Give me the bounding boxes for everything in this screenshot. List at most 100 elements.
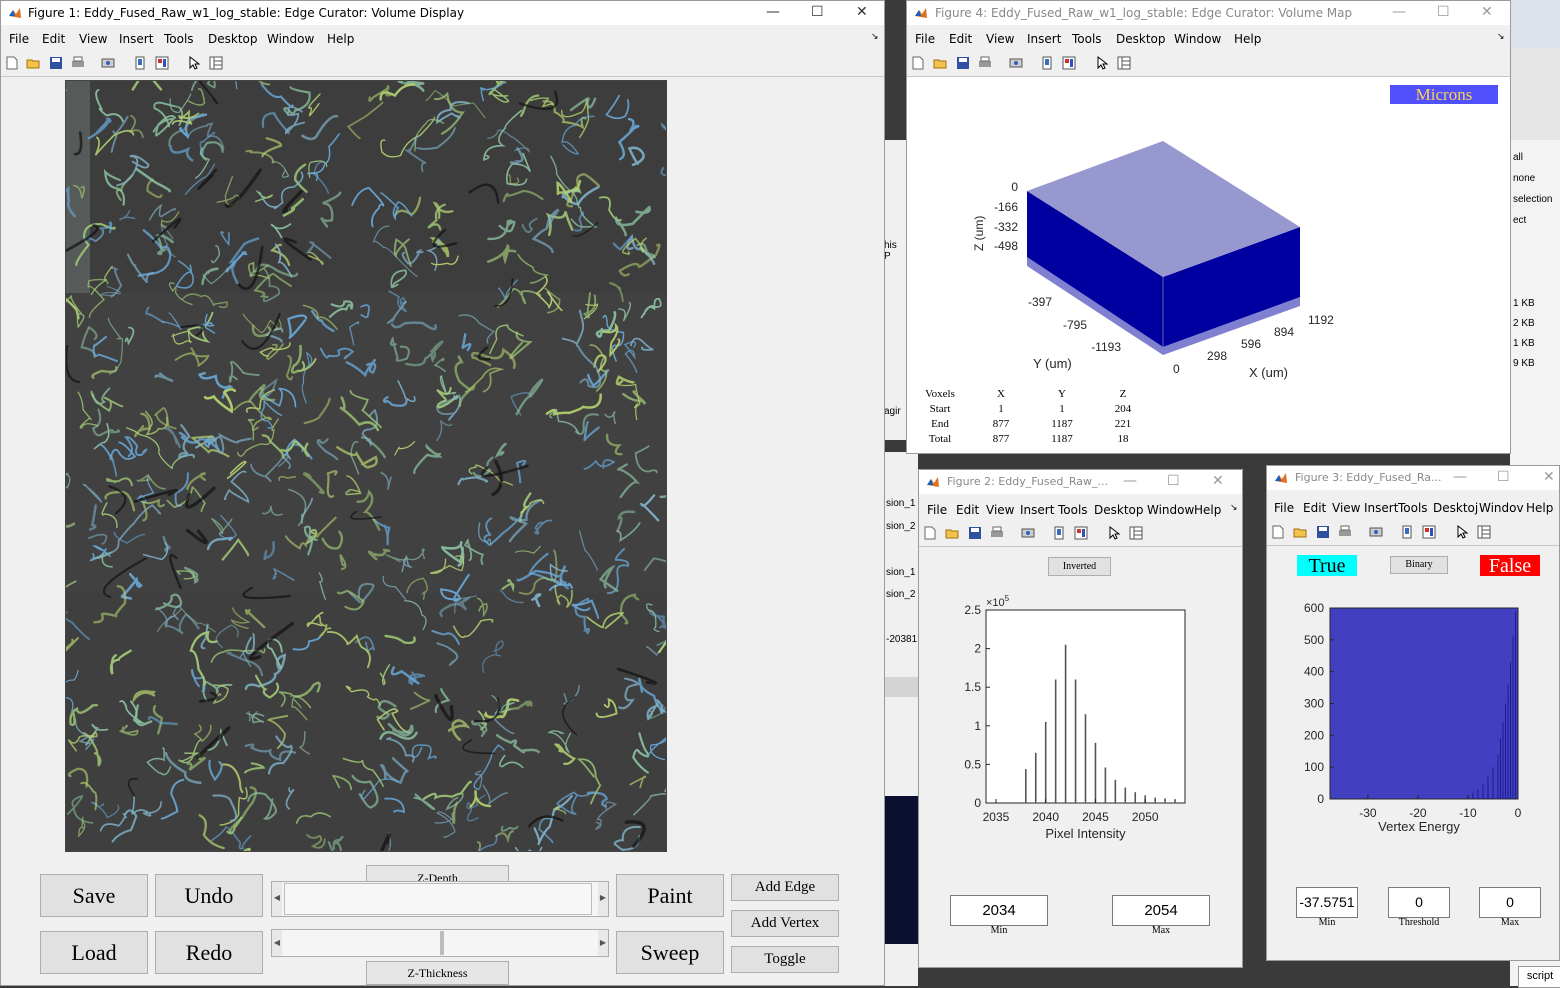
- property-editor-icon[interactable]: [1129, 526, 1143, 540]
- max-intensity-field[interactable]: 2054: [1112, 895, 1210, 926]
- property-editor-icon[interactable]: [1477, 525, 1491, 539]
- menubar-arrow-icon[interactable]: ↘: [1230, 503, 1238, 513]
- volume-map-box[interactable]: 0 -166 -332 -498 Z (um) -397 -795 -1193 …: [907, 101, 1510, 391]
- menu-window[interactable]: Windov: [1479, 501, 1524, 515]
- menu-tools[interactable]: Tools: [164, 32, 194, 46]
- menu-file[interactable]: File: [927, 503, 947, 517]
- menu-insert[interactable]: Insert: [119, 32, 153, 46]
- close-button[interactable]: ✕: [1543, 469, 1555, 485]
- menubar-arrow-icon[interactable]: ↘: [871, 32, 879, 42]
- pointer-icon[interactable]: [187, 56, 201, 70]
- menu-desktop[interactable]: Desktop: [1116, 32, 1166, 46]
- dock-icon[interactable]: [1040, 56, 1054, 70]
- figure2-titlebar[interactable]: Figure 2: Eddy_Fused_Raw_... — ☐ ✕: [919, 470, 1242, 494]
- menu-tools[interactable]: Tools: [1072, 32, 1102, 46]
- save-icon[interactable]: [49, 56, 63, 70]
- add-vertex-button[interactable]: Add Vertex: [731, 910, 839, 937]
- menu-edit[interactable]: Edit: [1303, 501, 1326, 515]
- slider-right-arrow-icon[interactable]: ▶: [598, 930, 608, 956]
- insert-colorbar-icon[interactable]: [1062, 56, 1076, 70]
- undo-button[interactable]: Undo: [155, 874, 263, 917]
- side-item-none[interactable]: none: [1513, 173, 1535, 184]
- pointer-icon[interactable]: [1455, 525, 1469, 539]
- property-editor-icon[interactable]: [1117, 56, 1131, 70]
- pointer-icon[interactable]: [1107, 526, 1121, 540]
- menu-edit[interactable]: Edit: [949, 32, 972, 46]
- menu-edit[interactable]: Edit: [956, 503, 979, 517]
- property-editor-icon[interactable]: [209, 56, 223, 70]
- menu-window[interactable]: Window: [1147, 503, 1194, 517]
- close-button[interactable]: ✕: [856, 4, 868, 20]
- save-icon[interactable]: [956, 56, 970, 70]
- save-icon[interactable]: [968, 526, 982, 540]
- minimize-button[interactable]: —: [1123, 473, 1137, 489]
- false-toggle[interactable]: False: [1480, 555, 1540, 576]
- open-folder-icon[interactable]: [933, 56, 947, 70]
- minimize-button[interactable]: —: [1392, 4, 1406, 20]
- load-button[interactable]: Load: [40, 931, 148, 974]
- menu-help[interactable]: Help: [1526, 501, 1553, 515]
- open-folder-icon[interactable]: [945, 526, 959, 540]
- print-icon[interactable]: [71, 56, 85, 70]
- max-energy-field[interactable]: 0: [1479, 887, 1541, 918]
- minimize-button[interactable]: —: [766, 4, 780, 20]
- menu-desktop[interactable]: Desktop: [1094, 503, 1144, 517]
- maximize-button[interactable]: ☐: [811, 4, 824, 20]
- menu-insert[interactable]: Insert: [1020, 503, 1054, 517]
- minimize-button[interactable]: —: [1453, 469, 1467, 485]
- menu-insert[interactable]: Insert: [1364, 501, 1398, 515]
- menu-tools[interactable]: Tools: [1058, 503, 1088, 517]
- z-thickness-slider[interactable]: ◀ ▶: [271, 929, 609, 957]
- menu-file[interactable]: File: [1274, 501, 1294, 515]
- menu-file[interactable]: File: [915, 32, 935, 46]
- threshold-field[interactable]: 0: [1388, 887, 1450, 918]
- print-icon[interactable]: [1338, 525, 1352, 539]
- open-folder-icon[interactable]: [26, 56, 40, 70]
- pointer-icon[interactable]: [1095, 56, 1109, 70]
- figure3-titlebar[interactable]: Figure 3: Eddy_Fused_Ra... — ☐ ✕: [1267, 466, 1559, 490]
- inverted-button[interactable]: Inverted: [1048, 557, 1111, 576]
- print-preview-icon[interactable]: [1369, 525, 1383, 539]
- menu-help[interactable]: Help: [327, 32, 354, 46]
- new-file-icon[interactable]: [923, 526, 937, 540]
- min-intensity-field[interactable]: 2034: [950, 895, 1048, 926]
- insert-colorbar-icon[interactable]: [155, 56, 169, 70]
- figure1-titlebar[interactable]: Figure 1: Eddy_Fused_Raw_w1_log_stable: …: [1, 1, 884, 25]
- slider-left-arrow-icon[interactable]: ◀: [272, 882, 282, 916]
- print-preview-icon[interactable]: [1021, 526, 1035, 540]
- save-icon[interactable]: [1316, 525, 1330, 539]
- save-button[interactable]: Save: [40, 874, 148, 917]
- print-preview-icon[interactable]: [101, 56, 115, 70]
- z-depth-slider-thumb[interactable]: [284, 883, 592, 915]
- insert-colorbar-icon[interactable]: [1422, 525, 1436, 539]
- maximize-button[interactable]: ☐: [1497, 469, 1510, 485]
- z-thickness-slider-thumb[interactable]: [440, 931, 444, 955]
- paint-button[interactable]: Paint: [616, 874, 724, 917]
- side-item-ect[interactable]: ect: [1513, 215, 1526, 226]
- dock-icon[interactable]: [1052, 526, 1066, 540]
- volume-display-image[interactable]: [65, 80, 667, 852]
- open-folder-icon[interactable]: [1293, 525, 1307, 539]
- print-preview-icon[interactable]: [1009, 56, 1023, 70]
- add-edge-button[interactable]: Add Edge: [731, 874, 839, 901]
- z-depth-slider[interactable]: ◀ ▶: [271, 881, 609, 917]
- true-toggle[interactable]: True: [1297, 555, 1357, 576]
- maximize-button[interactable]: ☐: [1437, 4, 1450, 20]
- close-button[interactable]: ✕: [1212, 473, 1224, 489]
- dock-icon[interactable]: [133, 56, 147, 70]
- side-item-all[interactable]: all: [1513, 152, 1523, 163]
- slider-left-arrow-icon[interactable]: ◀: [272, 930, 282, 956]
- menu-desktop[interactable]: Desktoj: [1433, 501, 1478, 515]
- slider-right-arrow-icon[interactable]: ▶: [598, 882, 608, 916]
- figure4-titlebar[interactable]: Figure 4: Eddy_Fused_Raw_w1_log_stable: …: [907, 1, 1510, 25]
- insert-colorbar-icon[interactable]: [1074, 526, 1088, 540]
- menu-view[interactable]: View: [986, 32, 1014, 46]
- menu-edit[interactable]: Edit: [42, 32, 65, 46]
- redo-button[interactable]: Redo: [155, 931, 263, 974]
- close-button[interactable]: ✕: [1481, 4, 1493, 20]
- side-item-selection[interactable]: selection: [1513, 194, 1552, 205]
- maximize-button[interactable]: ☐: [1167, 473, 1180, 489]
- menu-window[interactable]: Window: [1174, 32, 1221, 46]
- menu-desktop[interactable]: Desktop: [208, 32, 258, 46]
- min-energy-field[interactable]: -37.5751: [1296, 887, 1358, 918]
